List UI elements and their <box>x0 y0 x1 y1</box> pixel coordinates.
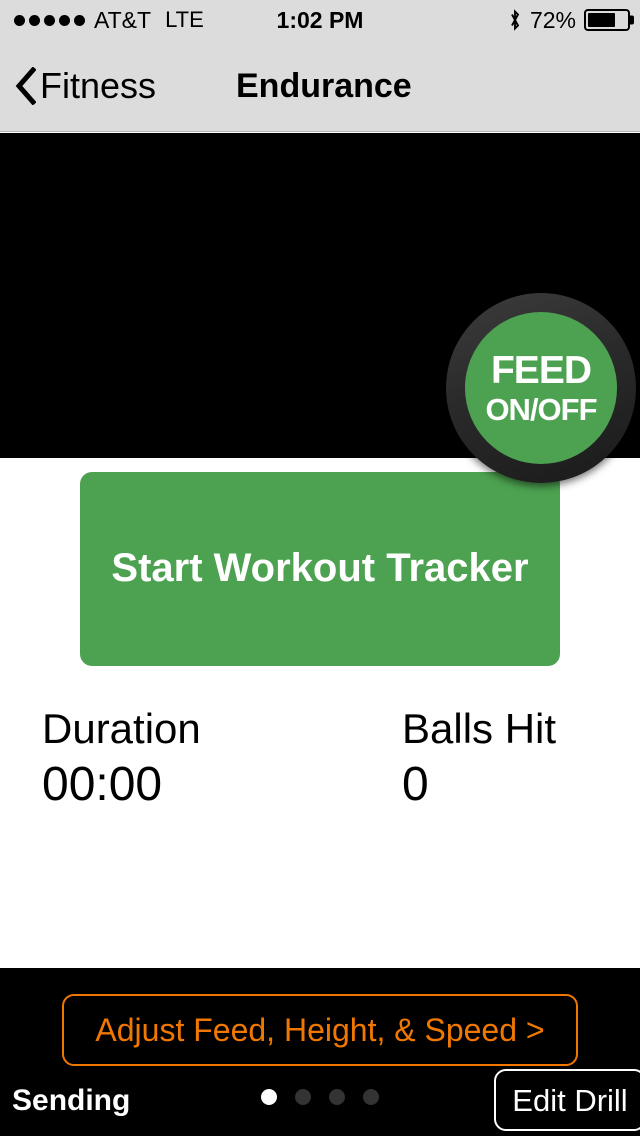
feed-on-off-button[interactable]: FEED ON/OFF <box>446 293 636 483</box>
back-button[interactable]: Fitness <box>14 64 157 106</box>
chevron-left-icon <box>14 66 36 105</box>
adjust-feed-height-speed-button[interactable]: Adjust Feed, Height, & Speed > <box>62 994 578 1066</box>
bottom-toolbar: Adjust Feed, Height, & Speed > Sending E… <box>0 968 640 1136</box>
page-dot-2[interactable] <box>295 1089 311 1105</box>
stat-duration-value: 00:00 <box>42 758 163 812</box>
feed-button-face: FEED ON/OFF <box>465 312 617 464</box>
page-title: Endurance <box>236 66 412 105</box>
bluetooth-icon <box>508 8 522 32</box>
start-workout-tracker-button[interactable]: Start Workout Tracker <box>80 472 560 666</box>
stat-balls-hit-label: Balls Hit <box>402 705 557 752</box>
stat-duration: Duration 00:00 <box>42 703 402 815</box>
status-bar-right: 72% <box>508 7 630 34</box>
page-indicator[interactable] <box>261 1089 379 1105</box>
back-button-label: Fitness <box>40 64 157 106</box>
app-screen: AT&T LTE 1:02 PM 72% Fitness Endurance F… <box>0 0 640 1136</box>
battery-percent-label: 72% <box>529 6 576 33</box>
page-dot-4[interactable] <box>363 1089 379 1105</box>
page-dot-1[interactable] <box>261 1089 277 1105</box>
feed-button-label-primary: FEED <box>490 349 592 392</box>
navigation-bar: Fitness Endurance <box>0 40 640 132</box>
connection-status-label: Sending <box>12 1084 131 1117</box>
edit-drill-button[interactable]: Edit Drill <box>494 1069 640 1131</box>
battery-icon <box>584 9 630 31</box>
stat-duration-label: Duration <box>42 705 201 752</box>
main-content: Start Workout Tracker Duration 00:00 Bal… <box>0 458 640 968</box>
stat-balls-hit-value: 0 <box>402 758 429 812</box>
feed-button-label-secondary: ON/OFF <box>485 392 597 427</box>
status-bar: AT&T LTE 1:02 PM 72% <box>0 0 640 40</box>
page-dot-3[interactable] <box>329 1089 345 1105</box>
workout-stats: Duration 00:00 Balls Hit 0 <box>0 703 640 815</box>
stat-balls-hit: Balls Hit 0 <box>402 703 556 815</box>
